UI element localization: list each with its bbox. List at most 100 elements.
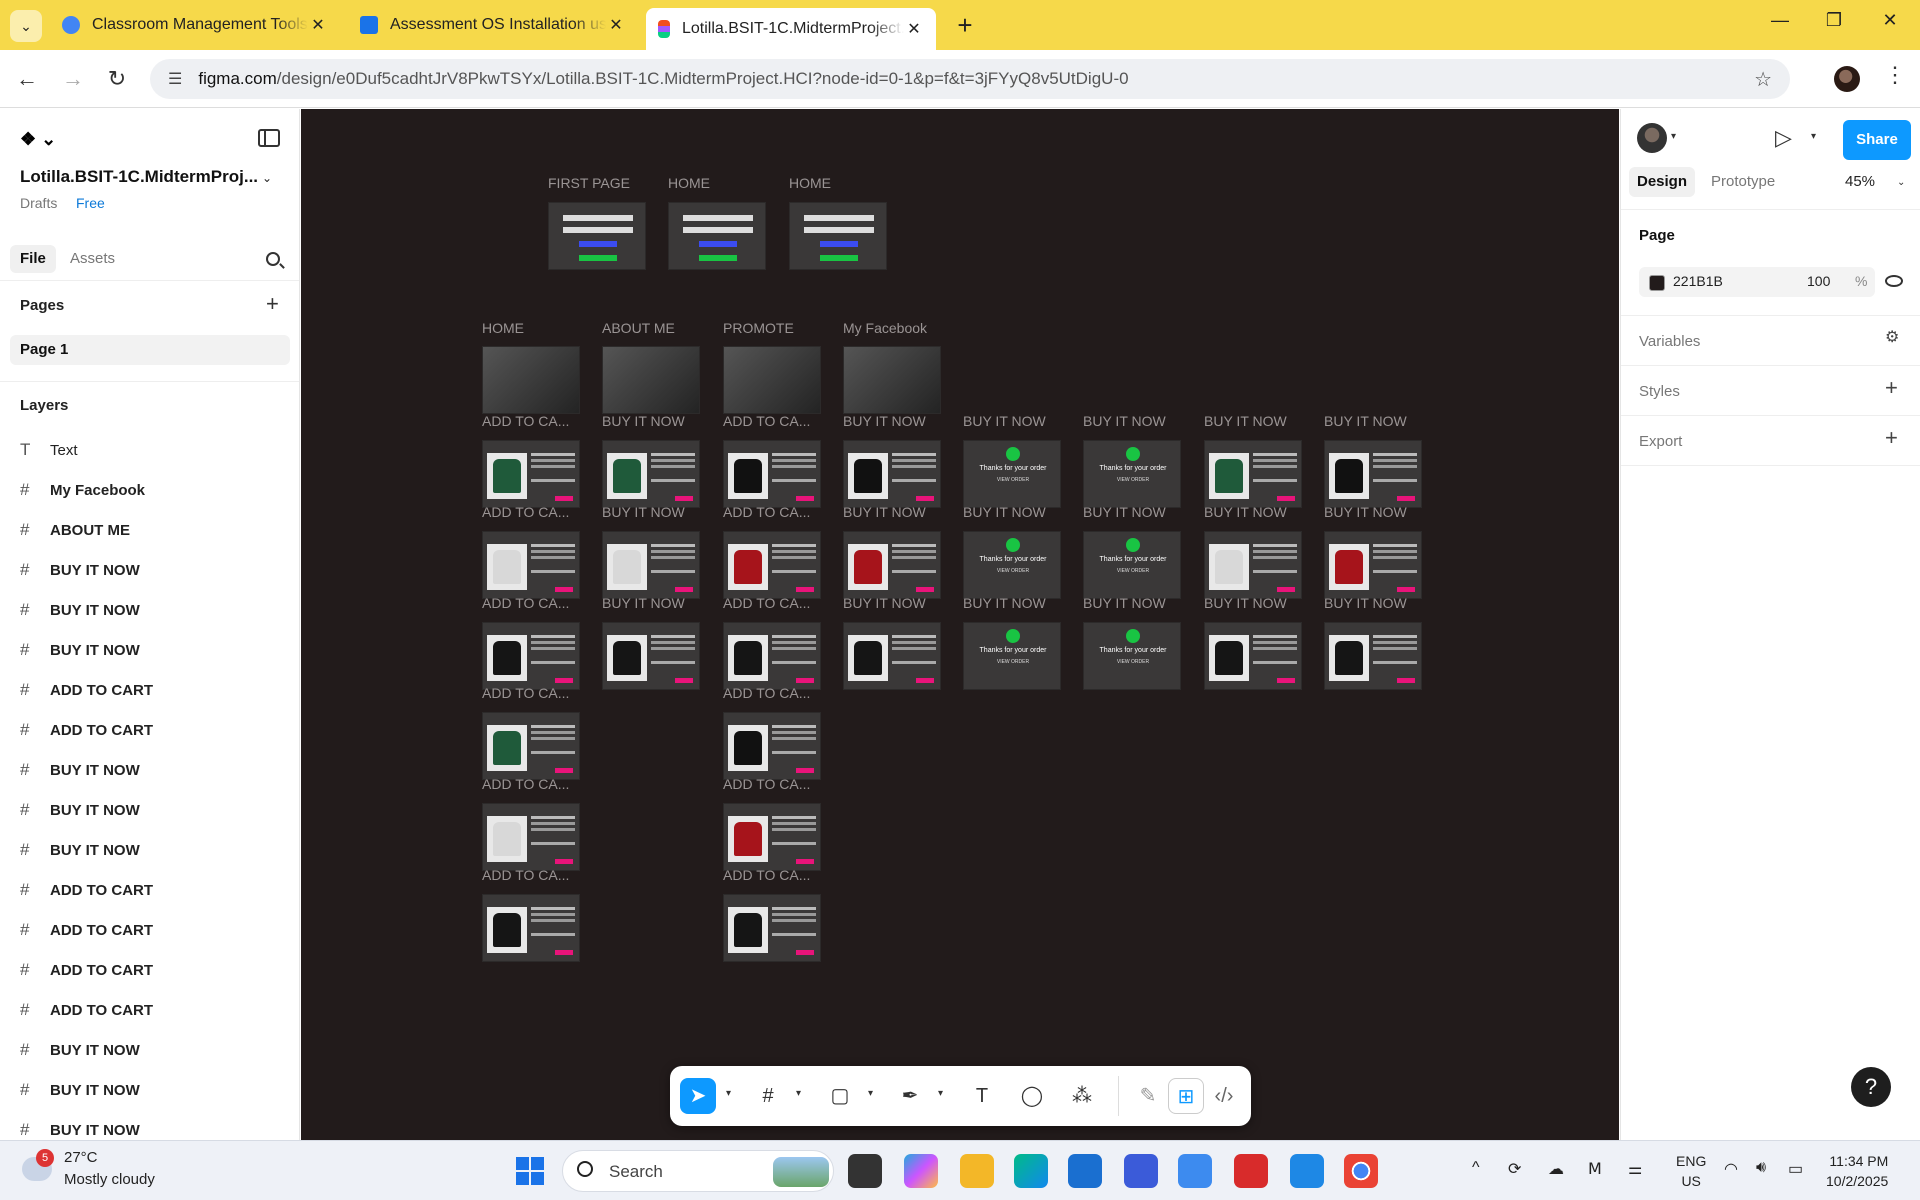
- layer-item[interactable]: # BUY IT NOW: [20, 830, 290, 870]
- frame-thumbnail[interactable]: [482, 894, 580, 962]
- mail-icon[interactable]: [1124, 1154, 1158, 1188]
- layer-item[interactable]: T Text: [20, 430, 290, 470]
- browser-menu-icon[interactable]: ⋮: [1884, 62, 1906, 88]
- buy-it-now-label[interactable]: BUY IT NOW: [1083, 504, 1166, 520]
- layer-item[interactable]: # BUY IT NOW: [20, 590, 290, 630]
- export-heading[interactable]: Export: [1639, 433, 1682, 450]
- taskbar-search[interactable]: Search: [562, 1150, 834, 1192]
- frame-thumbnail[interactable]: [723, 440, 821, 508]
- layer-item[interactable]: # BUY IT NOW: [20, 1070, 290, 1110]
- forward-icon[interactable]: →: [58, 64, 88, 94]
- add-to-cart-label[interactable]: ADD TO CA...: [723, 504, 810, 520]
- file-explorer-icon[interactable]: [960, 1154, 994, 1188]
- buy-it-now-label[interactable]: BUY IT NOW: [1204, 504, 1287, 520]
- buy-it-now-label[interactable]: BUY IT NOW: [602, 504, 685, 520]
- page-color-hex[interactable]: 221B1B: [1673, 273, 1723, 289]
- frame-label[interactable]: FIRST PAGE: [548, 175, 630, 191]
- buy-it-now-label[interactable]: BUY IT NOW: [1204, 413, 1287, 429]
- address-bar[interactable]: ☰ figma.com/design/e0Duf5cadhtJrV8PkwTSY…: [150, 59, 1790, 99]
- toggle-sidebar-icon[interactable]: [258, 129, 280, 147]
- frame-thumbnail[interactable]: [843, 346, 941, 414]
- layer-item[interactable]: # ADD TO CART: [20, 950, 290, 990]
- frame-thumbnail[interactable]: [602, 346, 700, 414]
- present-play-icon[interactable]: ▷: [1775, 125, 1792, 151]
- frame-thumbnail[interactable]: [723, 531, 821, 599]
- add-export-icon[interactable]: +: [1885, 425, 1898, 451]
- zoom-level[interactable]: 45%: [1845, 173, 1875, 190]
- layer-item[interactable]: # My Facebook: [20, 470, 290, 510]
- plan-badge[interactable]: Free: [76, 195, 105, 211]
- close-tab-icon[interactable]: ✕: [308, 15, 328, 35]
- frame-label[interactable]: HOME: [482, 320, 524, 336]
- draw-mode-icon[interactable]: ✎: [1130, 1078, 1166, 1114]
- buy-it-now-label[interactable]: BUY IT NOW: [963, 504, 1046, 520]
- figma-menu-icon[interactable]: ❖ ⌄: [20, 129, 56, 150]
- frame-thumbnail[interactable]: Thanks for your order VIEW ORDER: [1083, 440, 1181, 508]
- add-to-cart-label[interactable]: ADD TO CA...: [482, 776, 569, 792]
- variables-heading[interactable]: Variables: [1639, 333, 1700, 350]
- windows-start-icon[interactable]: [516, 1157, 544, 1185]
- browser-tab-1[interactable]: Classroom Management Tools & ✕: [50, 8, 340, 42]
- visibility-eye-icon[interactable]: [1885, 275, 1903, 287]
- wps-office-icon[interactable]: [1234, 1154, 1268, 1188]
- frame-thumbnail[interactable]: [1204, 531, 1302, 599]
- move-tool-icon[interactable]: ➤: [680, 1078, 716, 1114]
- frame-thumbnail[interactable]: [1204, 622, 1302, 690]
- variables-settings-icon[interactable]: ⚙: [1885, 327, 1899, 347]
- frame-thumbnail[interactable]: Thanks for your order VIEW ORDER: [963, 622, 1061, 690]
- pen-tool-icon[interactable]: ✒: [892, 1078, 928, 1114]
- add-to-cart-label[interactable]: ADD TO CA...: [482, 413, 569, 429]
- layer-item[interactable]: # ADD TO CART: [20, 710, 290, 750]
- move-tool-chevron-icon[interactable]: ▾: [726, 1088, 731, 1099]
- frame-thumbnail[interactable]: [548, 202, 646, 270]
- frame-thumbnail[interactable]: Thanks for your order VIEW ORDER: [1083, 622, 1181, 690]
- frame-thumbnail[interactable]: [602, 440, 700, 508]
- layer-item[interactable]: # ABOUT ME: [20, 510, 290, 550]
- add-style-icon[interactable]: +: [1885, 375, 1898, 401]
- cloud-offline-icon[interactable]: ☁: [1548, 1159, 1564, 1179]
- file-name[interactable]: Lotilla.BSIT-1C.MidtermProj...: [20, 167, 258, 187]
- design-canvas[interactable]: FIRST PAGE HOME HOME HOME ABOUT ME PROMOTE My …: [301, 109, 1619, 1140]
- vscode-icon[interactable]: [1290, 1154, 1324, 1188]
- layer-item[interactable]: # BUY IT NOW: [20, 550, 290, 590]
- browser-tab-3-active[interactable]: Lotilla.BSIT-1C.MidtermProject.H ✕: [646, 8, 936, 50]
- frame-thumbnail[interactable]: [789, 202, 887, 270]
- buy-it-now-label[interactable]: BUY IT NOW: [963, 413, 1046, 429]
- frame-thumbnail[interactable]: [723, 894, 821, 962]
- layer-item[interactable]: # ADD TO CART: [20, 870, 290, 910]
- layer-item[interactable]: # BUY IT NOW: [20, 1110, 290, 1140]
- layer-item[interactable]: # BUY IT NOW: [20, 630, 290, 670]
- file-menu-chevron-icon[interactable]: ⌄: [262, 171, 272, 185]
- weather-icon[interactable]: 5: [22, 1149, 62, 1185]
- frame-thumbnail[interactable]: [843, 622, 941, 690]
- buy-it-now-label[interactable]: BUY IT NOW: [602, 413, 685, 429]
- back-icon[interactable]: ←: [12, 64, 42, 94]
- tray-settings-icon[interactable]: ⚌: [1628, 1159, 1642, 1179]
- frame-label[interactable]: HOME: [789, 175, 831, 191]
- add-to-cart-label[interactable]: ADD TO CA...: [723, 867, 810, 883]
- frame-label[interactable]: My Facebook: [843, 320, 927, 336]
- layer-item[interactable]: # BUY IT NOW: [20, 1030, 290, 1070]
- add-to-cart-label[interactable]: ADD TO CA...: [482, 867, 569, 883]
- task-view-icon[interactable]: [848, 1154, 882, 1188]
- sync-icon[interactable]: ⟳: [1508, 1159, 1521, 1179]
- profile-avatar[interactable]: [1834, 66, 1860, 92]
- add-to-cart-label[interactable]: ADD TO CA...: [723, 595, 810, 611]
- layer-item[interactable]: # ADD TO CART: [20, 990, 290, 1030]
- frame-thumbnail[interactable]: [482, 531, 580, 599]
- pen-tool-chevron-icon[interactable]: ▾: [938, 1088, 943, 1099]
- site-info-icon[interactable]: ☰: [168, 69, 182, 89]
- frame-thumbnail[interactable]: [723, 803, 821, 871]
- buy-it-now-label[interactable]: BUY IT NOW: [602, 595, 685, 611]
- shape-tool-chevron-icon[interactable]: ▾: [868, 1088, 873, 1099]
- add-to-cart-label[interactable]: ADD TO CA...: [723, 685, 810, 701]
- frame-label[interactable]: ABOUT ME: [602, 320, 675, 336]
- frame-thumbnail[interactable]: [602, 622, 700, 690]
- tray-expand-icon[interactable]: ^: [1472, 1159, 1480, 1177]
- restore-icon[interactable]: ❐: [1814, 10, 1854, 31]
- dev-mode-icon[interactable]: ‹/›: [1206, 1078, 1242, 1114]
- layer-item[interactable]: # ADD TO CART: [20, 910, 290, 950]
- buy-it-now-label[interactable]: BUY IT NOW: [1324, 413, 1407, 429]
- design-mode-icon[interactable]: ⊞: [1168, 1078, 1204, 1114]
- buy-it-now-label[interactable]: BUY IT NOW: [1204, 595, 1287, 611]
